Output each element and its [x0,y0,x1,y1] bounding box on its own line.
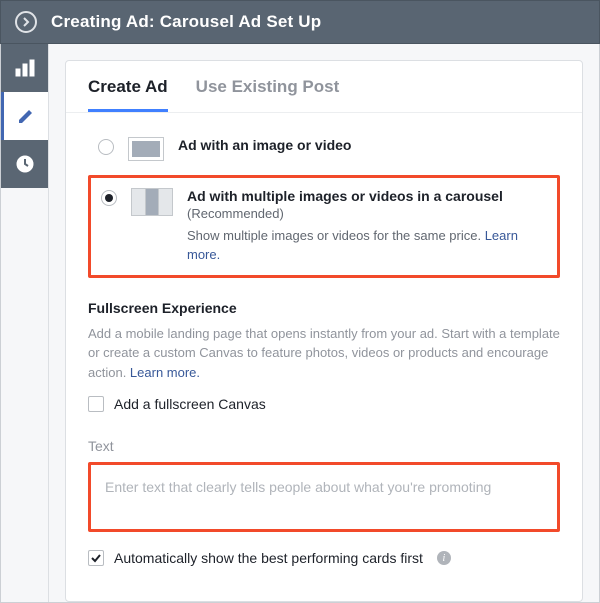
main-shell: Create Ad Use Existing Post Ad with an i… [0,44,600,603]
fullscreen-checkbox-row[interactable]: Add a fullscreen Canvas [88,396,560,412]
tab-use-existing[interactable]: Use Existing Post [196,77,340,112]
text-input[interactable]: Enter text that clearly tells people abo… [88,462,560,532]
chevron-right-icon[interactable] [15,11,37,33]
form-body: Ad with an image or video Ad with multip… [66,113,582,566]
checkbox-fullscreen[interactable] [88,396,104,412]
fullscreen-heading: Fullscreen Experience [88,300,560,316]
fullscreen-section: Fullscreen Experience Add a mobile landi… [88,300,560,413]
learn-more-fullscreen[interactable]: Learn more. [130,365,200,380]
single-image-icon [128,137,164,161]
fullscreen-desc: Add a mobile landing page that opens ins… [88,324,560,383]
side-rail [1,44,49,602]
tab-create-ad[interactable]: Create Ad [88,77,168,112]
rail-analytics[interactable] [1,44,48,92]
checkbox-auto-cards[interactable] [88,550,104,566]
rail-edit[interactable] [1,92,48,140]
rail-history[interactable] [1,140,48,188]
option-carousel[interactable]: Ad with multiple images or videos in a c… [88,175,560,278]
option-carousel-sub: (Recommended) [187,206,547,221]
radio-single[interactable] [98,139,114,155]
pencil-icon [17,107,35,125]
text-placeholder: Enter text that clearly tells people abo… [105,479,491,495]
option-single-title: Ad with an image or video [178,137,550,153]
info-icon[interactable]: i [437,551,451,565]
tabs: Create Ad Use Existing Post [66,61,582,113]
bar-chart-icon [15,59,35,77]
option-carousel-title: Ad with multiple images or videos in a c… [187,188,547,204]
page-title: Creating Ad: Carousel Ad Set Up [51,12,321,32]
option-carousel-desc-text: Show multiple images or videos for the s… [187,228,485,243]
titlebar: Creating Ad: Carousel Ad Set Up [0,0,600,44]
content-panel: Create Ad Use Existing Post Ad with an i… [49,44,599,602]
auto-cards-row[interactable]: Automatically show the best performing c… [88,550,560,566]
radio-carousel[interactable] [101,190,117,206]
carousel-icon [131,188,173,216]
option-single[interactable]: Ad with an image or video [88,131,560,171]
clock-icon [15,154,35,174]
auto-cards-label: Automatically show the best performing c… [114,550,423,566]
card: Create Ad Use Existing Post Ad with an i… [65,60,583,602]
text-label: Text [88,438,560,454]
fullscreen-checkbox-label: Add a fullscreen Canvas [114,396,266,412]
option-carousel-desc: Show multiple images or videos for the s… [187,227,547,265]
